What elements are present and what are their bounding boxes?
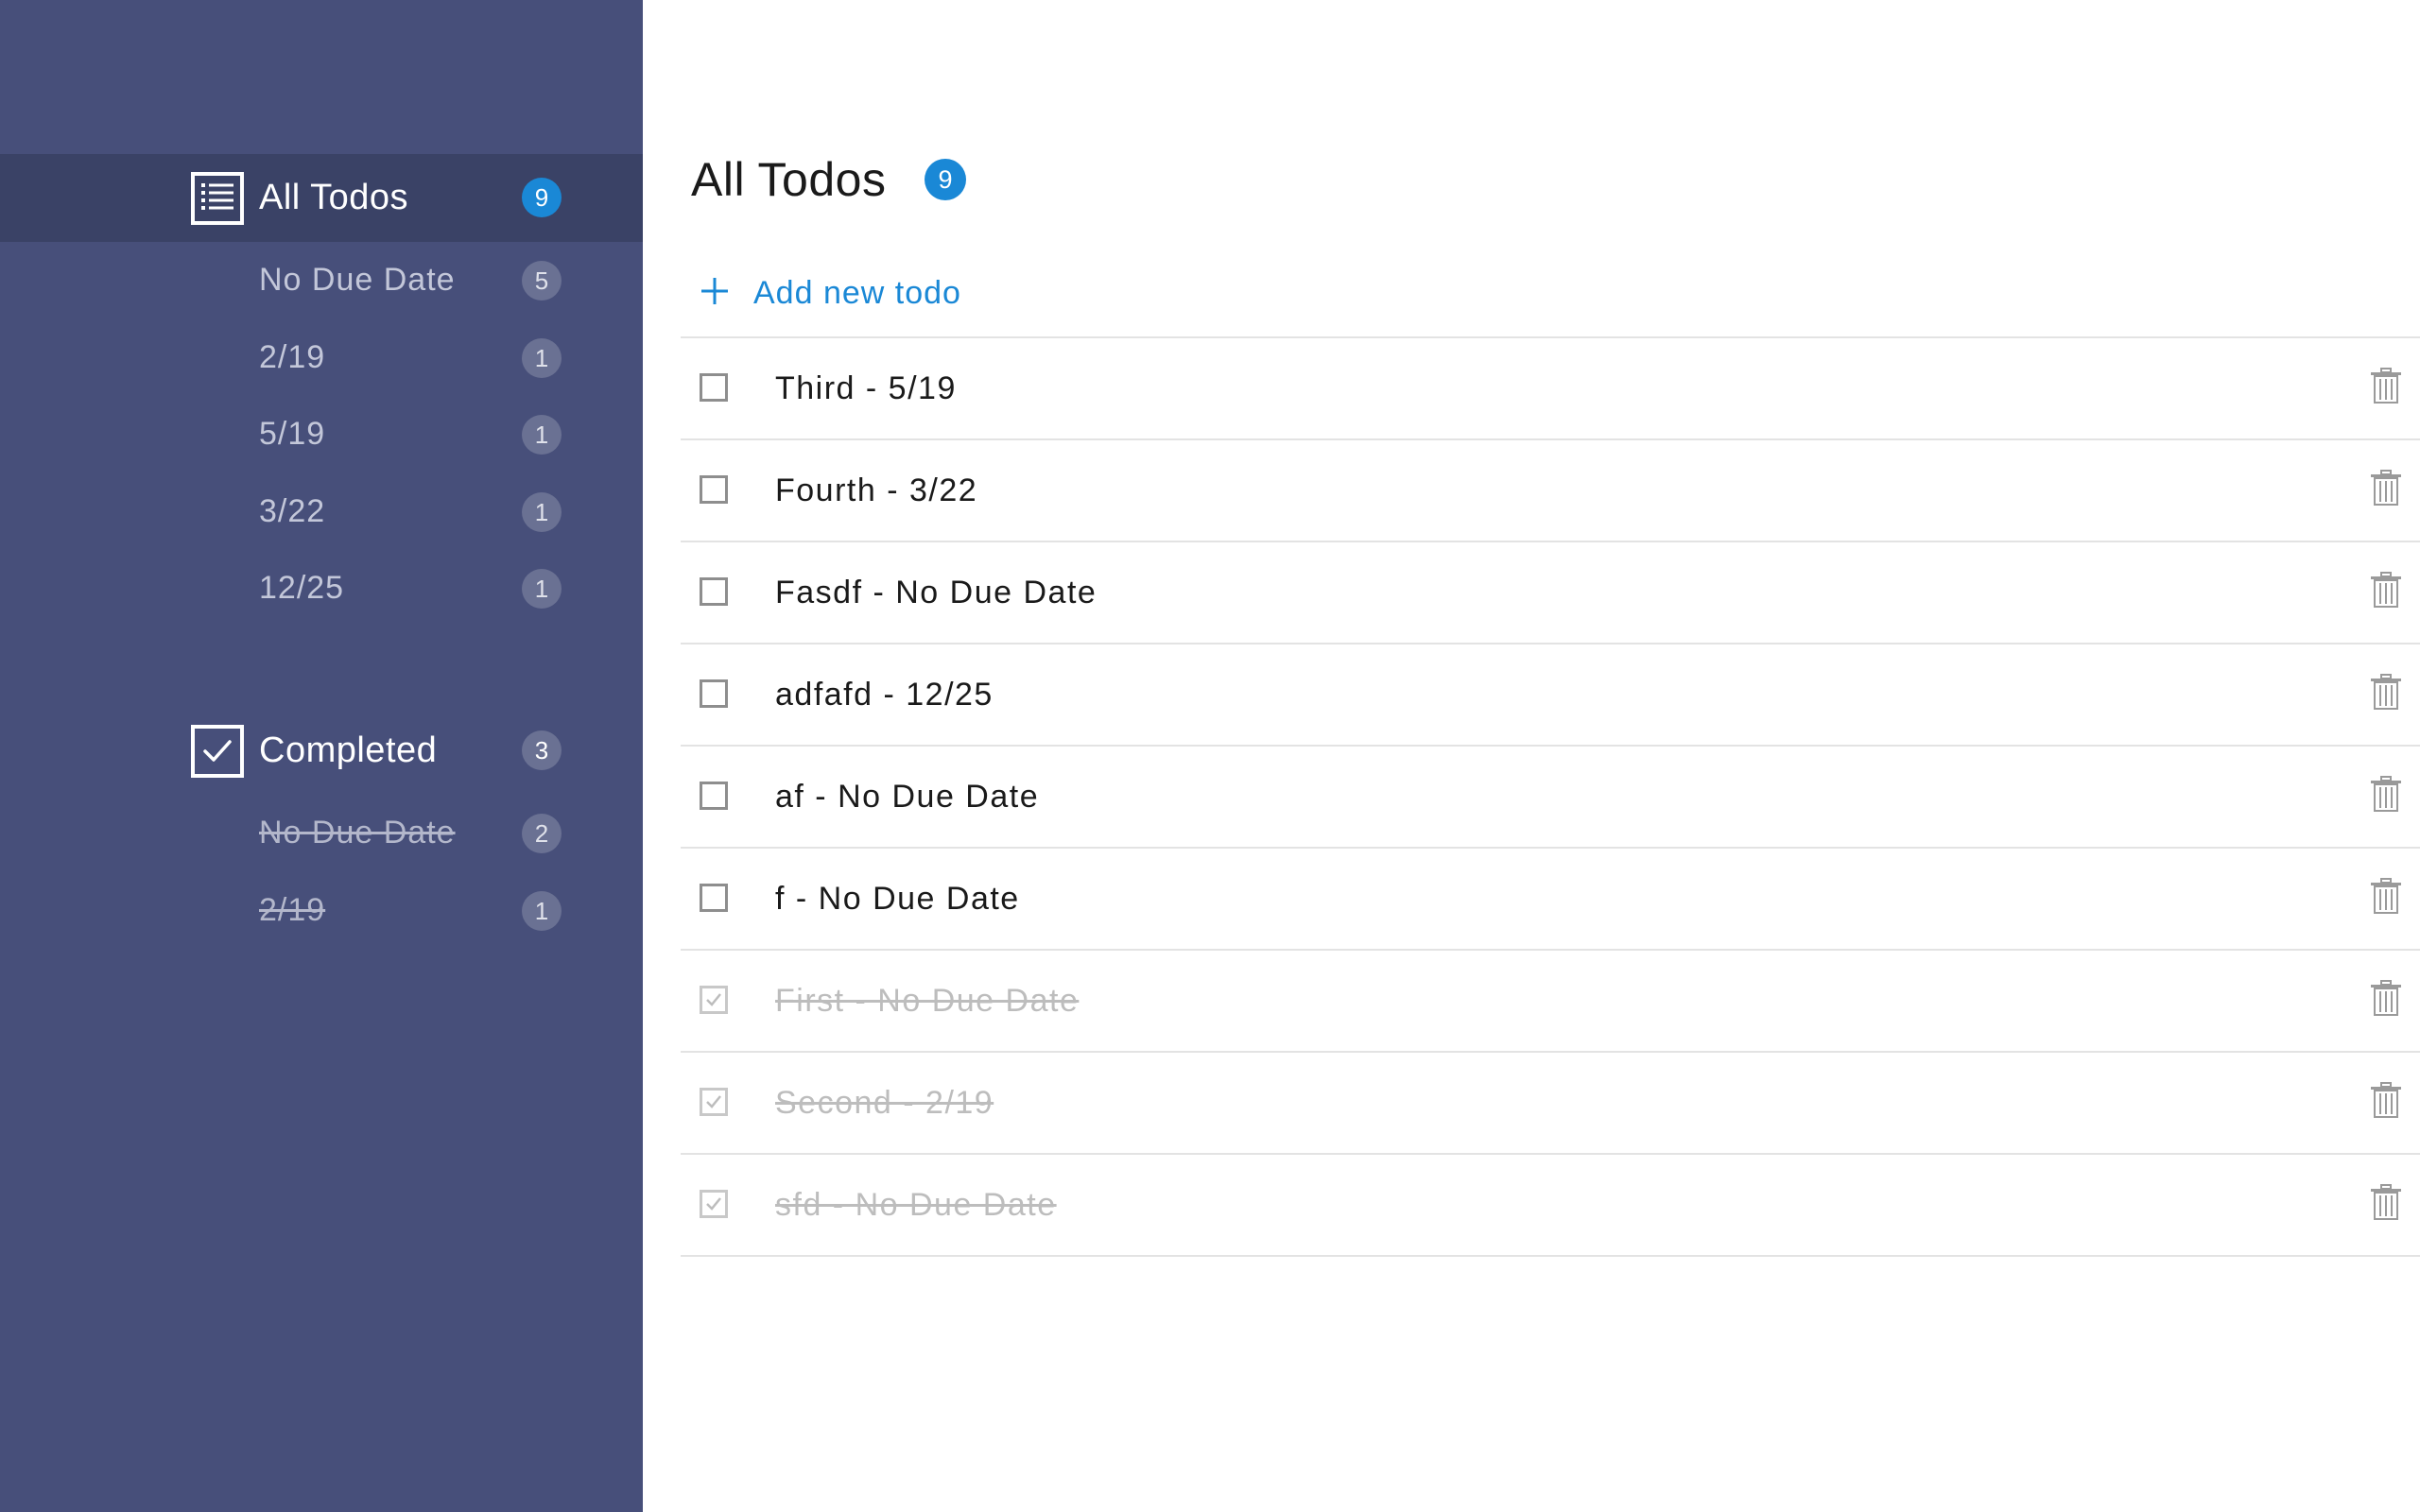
trash-icon[interactable] <box>2369 673 2403 711</box>
todo-row[interactable]: af - No Due Date <box>681 747 2420 849</box>
checkbox[interactable] <box>700 373 728 402</box>
completed-group: Completed 3 No Due Date 2 2/19 1 <box>0 707 643 949</box>
sidebar-item-label: Completed <box>259 730 438 770</box>
todo-title[interactable]: Fourth - 3/22 <box>775 440 977 541</box>
count-badge: 1 <box>522 337 562 378</box>
sidebar-subitem[interactable]: 3/22 1 <box>0 473 643 551</box>
todo-row[interactable]: sfd - No Due Date <box>681 1155 2420 1257</box>
sidebar-subitem[interactable]: No Due Date 2 <box>0 795 643 872</box>
sidebar-subitem-label: 12/25 <box>259 570 345 606</box>
todo-row[interactable]: Fasdf - No Due Date <box>681 542 2420 644</box>
main-panel: All Todos 9 Add new todo Third - 5/19 Fou… <box>643 0 2420 1512</box>
list-icon <box>191 172 244 225</box>
checkbox[interactable] <box>700 577 728 606</box>
page-title: All Todos <box>691 153 887 206</box>
todo-row[interactable]: Fourth - 3/22 <box>681 440 2420 542</box>
sidebar-subitem[interactable]: 2/19 1 <box>0 872 643 950</box>
all-todos-group: All Todos 9 No Due Date 5 2/19 1 5/19 1 3/22 1 1… <box>0 154 643 627</box>
sidebar-subitem[interactable]: No Due Date 5 <box>0 242 643 319</box>
todo-title[interactable]: sfd - No Due Date <box>775 1155 1057 1255</box>
completed-subitems: No Due Date 2 2/19 1 <box>0 795 643 949</box>
todo-title[interactable]: adfafd - 12/25 <box>775 644 994 745</box>
todo-title[interactable]: f - No Due Date <box>775 849 1020 949</box>
sidebar-subitem-label: No Due Date <box>259 262 456 298</box>
check-icon <box>706 993 721 1006</box>
sidebar-item-completed[interactable]: Completed 3 <box>0 707 643 795</box>
count-badge: 5 <box>522 261 562 301</box>
add-new-todo-label: Add new todo <box>753 275 961 311</box>
trash-icon[interactable] <box>2369 571 2403 609</box>
todo-app: All Todos 9 No Due Date 5 2/19 1 5/19 1 3/22 1 1… <box>0 0 2420 1512</box>
checked-checkbox[interactable] <box>700 1190 728 1218</box>
todo-row[interactable]: f - No Due Date <box>681 849 2420 951</box>
todo-row[interactable]: Second - 2/19 <box>681 1053 2420 1155</box>
trash-icon[interactable] <box>2369 979 2403 1017</box>
checkbox-icon <box>191 725 244 778</box>
sidebar-subitem-label: 5/19 <box>259 416 326 452</box>
plus-icon <box>701 278 728 304</box>
checkbox[interactable] <box>700 884 728 912</box>
all-todos-subitems: No Due Date 5 2/19 1 5/19 1 3/22 1 12/25 1 <box>0 242 643 627</box>
todo-row[interactable]: First - No Due Date <box>681 951 2420 1053</box>
count-badge: 1 <box>522 569 562 609</box>
count-badge: 1 <box>522 890 562 931</box>
checked-checkbox[interactable] <box>700 986 728 1014</box>
checked-checkbox[interactable] <box>700 1088 728 1116</box>
trash-icon[interactable] <box>2369 775 2403 813</box>
todo-row[interactable]: adfafd - 12/25 <box>681 644 2420 747</box>
sidebar-item-label: All Todos <box>259 178 409 217</box>
checkbox[interactable] <box>700 782 728 810</box>
trash-icon[interactable] <box>2369 1183 2403 1221</box>
todo-title[interactable]: af - No Due Date <box>775 747 1039 847</box>
title-count-badge: 9 <box>925 159 966 200</box>
check-icon <box>706 1197 721 1211</box>
sidebar: All Todos 9 No Due Date 5 2/19 1 5/19 1 3/22 1 1… <box>0 0 643 1512</box>
todo-list: Third - 5/19 Fourth - 3/22 Fasdf - No Due … <box>681 336 2420 1257</box>
trash-icon[interactable] <box>2369 877 2403 915</box>
sidebar-subitem-label: 2/19 <box>259 891 326 928</box>
sidebar-subitem[interactable]: 5/19 1 <box>0 396 643 473</box>
sidebar-item-all-todos[interactable]: All Todos 9 <box>0 154 643 242</box>
sidebar-subitem[interactable]: 2/19 1 <box>0 319 643 397</box>
count-badge: 2 <box>522 814 562 853</box>
count-badge: 9 <box>522 178 562 217</box>
todo-title[interactable]: Second - 2/19 <box>775 1053 994 1153</box>
sidebar-subitem-label: No Due Date <box>259 815 456 850</box>
check-icon <box>706 1095 721 1108</box>
checkbox[interactable] <box>700 679 728 708</box>
trash-icon[interactable] <box>2369 1081 2403 1119</box>
todo-row[interactable]: Third - 5/19 <box>681 338 2420 440</box>
trash-icon[interactable] <box>2369 367 2403 404</box>
todo-title[interactable]: Third - 5/19 <box>775 338 957 438</box>
count-badge: 1 <box>522 415 562 455</box>
trash-icon[interactable] <box>2369 469 2403 507</box>
todo-title[interactable]: Fasdf - No Due Date <box>775 542 1097 643</box>
sidebar-subitem-label: 2/19 <box>259 338 326 375</box>
count-badge: 1 <box>522 491 562 532</box>
todo-title[interactable]: First - No Due Date <box>775 951 1079 1051</box>
checkbox[interactable] <box>700 475 728 504</box>
sidebar-subitem-label: 3/22 <box>259 492 326 529</box>
count-badge: 3 <box>522 730 562 770</box>
sidebar-subitem[interactable]: 12/25 1 <box>0 550 643 627</box>
